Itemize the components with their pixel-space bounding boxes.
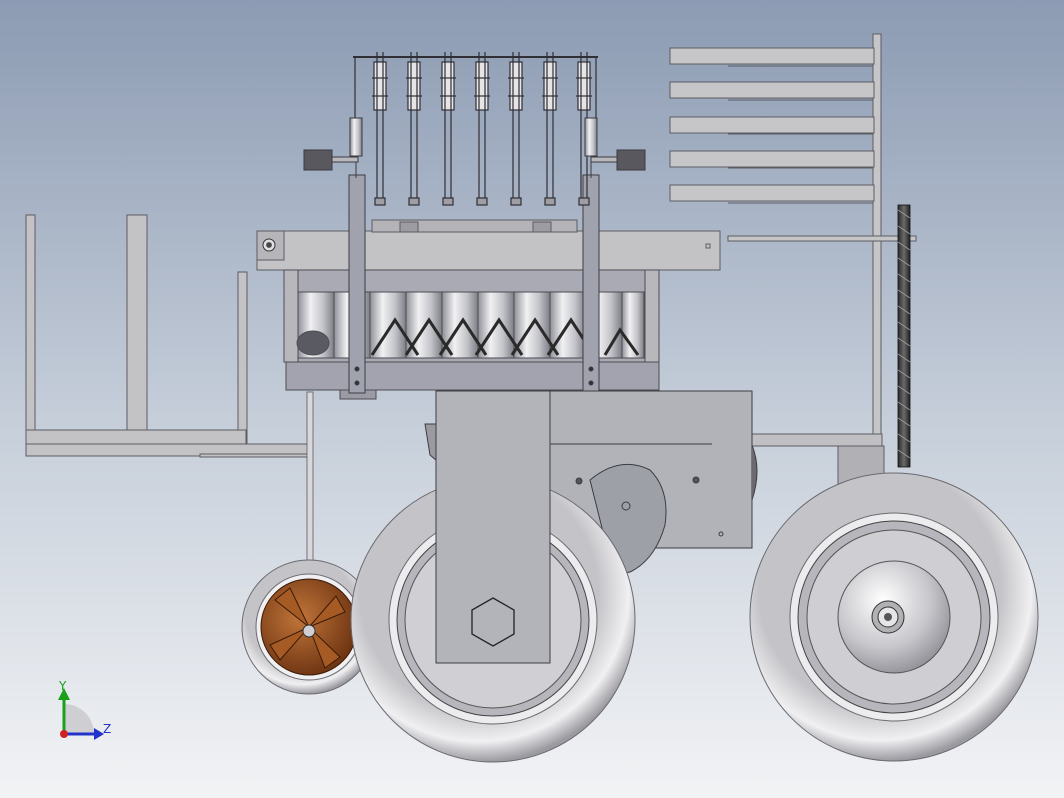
coupler-rod [542, 52, 558, 206]
top-linkage [353, 52, 598, 206]
lead-screw [897, 204, 911, 468]
actuators [303, 117, 646, 178]
coupler-rod [372, 52, 388, 206]
coupler-rod [406, 52, 422, 206]
seed-drum-box [283, 269, 660, 400]
triad-plane [64, 704, 94, 734]
center-mast-plate [435, 390, 551, 664]
coupler-rods [372, 52, 592, 206]
coupler-rod [440, 52, 456, 206]
coordinate-triad: Y Z [58, 679, 111, 740]
machine-model-view[interactable]: Y Z [0, 0, 1064, 798]
coupler-rod [508, 52, 524, 206]
z-axis-label: Z [103, 722, 111, 736]
upper-beam [256, 219, 721, 271]
coupler-rod [474, 52, 490, 206]
x-axis-dot [60, 730, 68, 738]
cad-viewport[interactable]: Y Z [0, 0, 1064, 798]
y-axis-label: Y [58, 679, 67, 693]
rear-drive-wheel [749, 472, 1039, 762]
